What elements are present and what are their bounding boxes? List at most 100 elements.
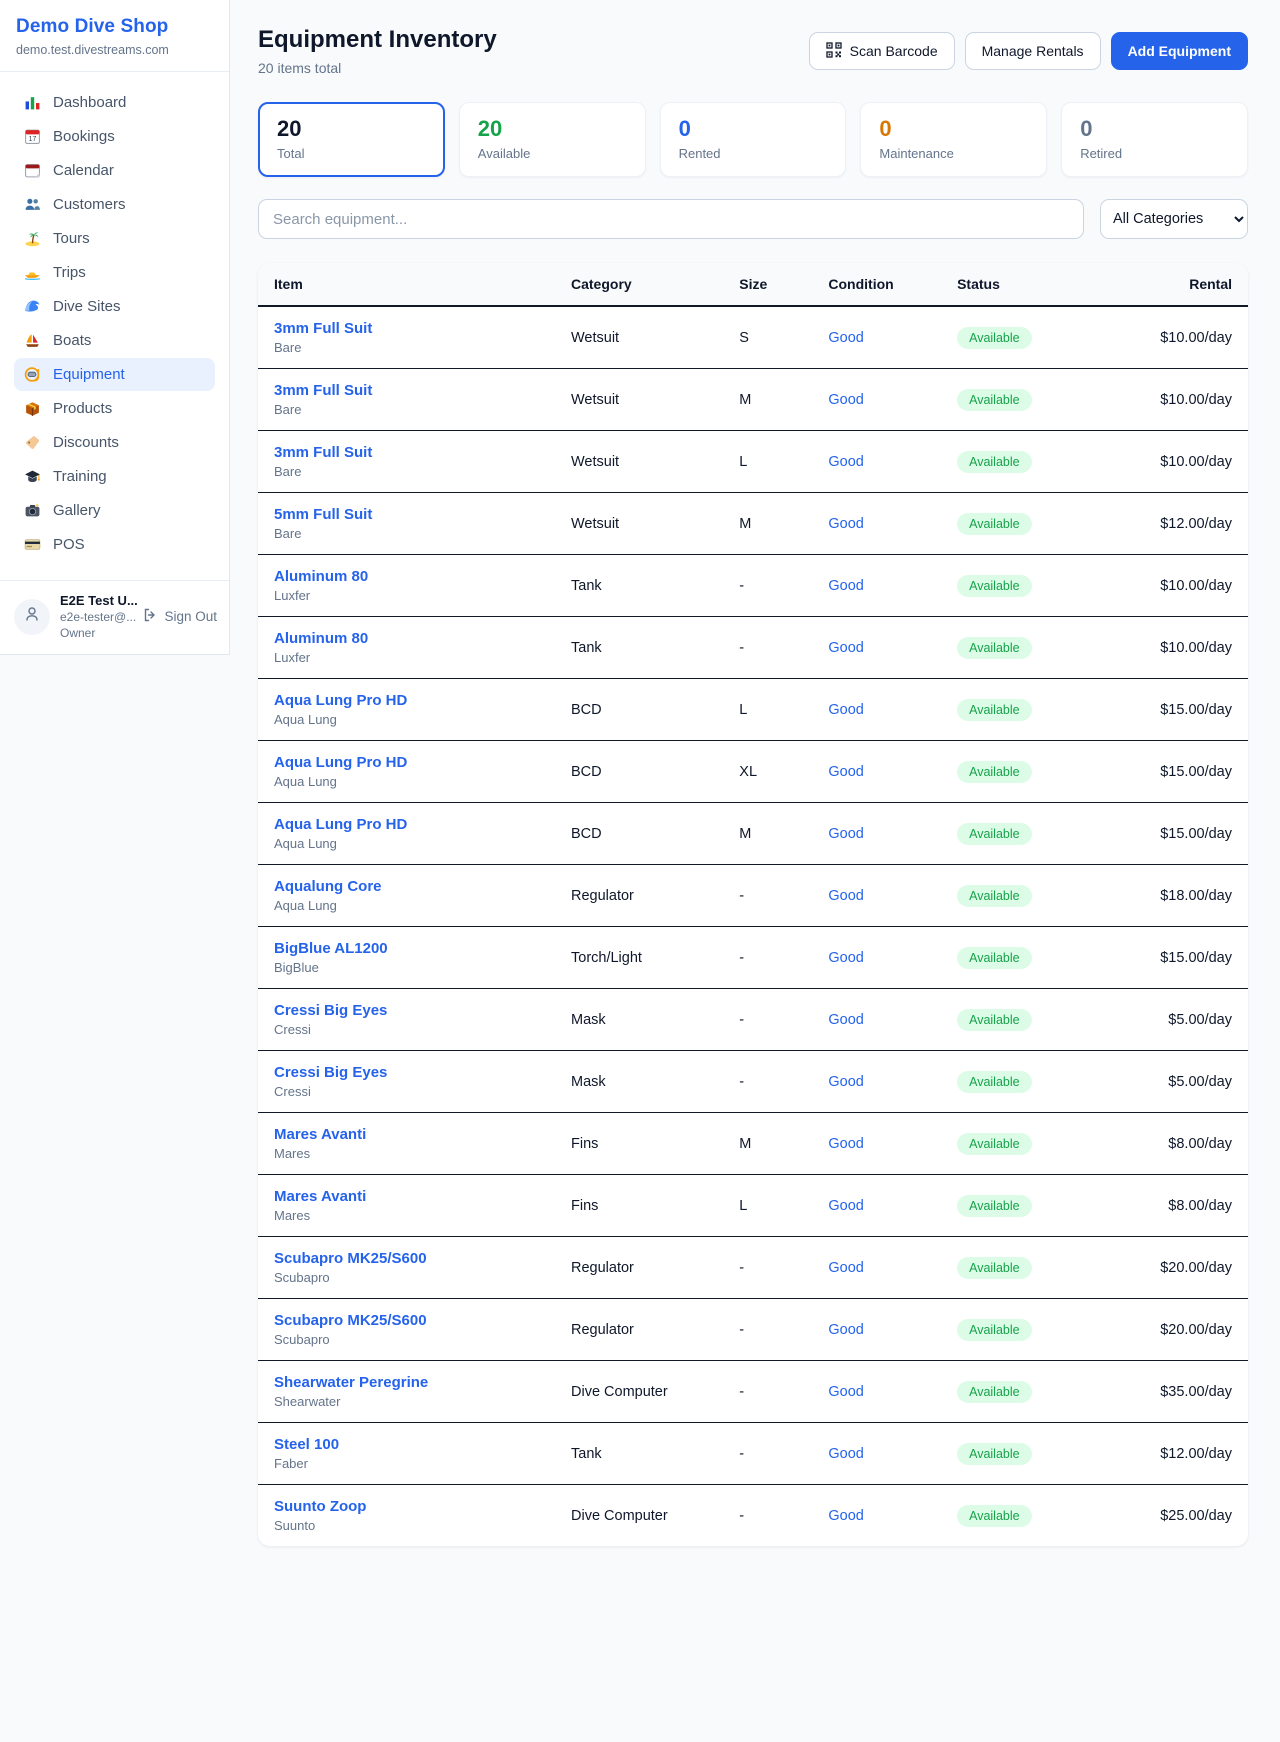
condition-link[interactable]: Good — [828, 1508, 863, 1524]
condition-link[interactable]: Good — [828, 1198, 863, 1214]
item-name-link[interactable]: Aqua Lung Pro HD — [274, 754, 539, 771]
condition-link[interactable]: Good — [828, 578, 863, 594]
status-badge: Available — [957, 575, 1032, 597]
item-name-link[interactable]: Aqualung Core — [274, 878, 539, 895]
stat-value: 0 — [679, 116, 828, 142]
item-name-link[interactable]: Aqua Lung Pro HD — [274, 692, 539, 709]
condition-link[interactable]: Good — [828, 1136, 863, 1152]
wave-icon — [24, 298, 41, 315]
sidebar-item-bookings[interactable]: 17Bookings — [14, 120, 215, 153]
category-cell: Tank — [555, 1423, 723, 1485]
stat-card-total[interactable]: 20Total — [258, 102, 445, 177]
size-cell: M — [723, 1113, 812, 1175]
item-name-link[interactable]: Aqua Lung Pro HD — [274, 816, 539, 833]
barcode-scan-icon — [826, 42, 842, 61]
item-cell: Aluminum 80 Luxfer — [258, 555, 555, 617]
stat-card-retired[interactable]: 0Retired — [1061, 102, 1248, 177]
sidebar-item-dashboard[interactable]: Dashboard — [14, 86, 215, 119]
condition-link[interactable]: Good — [828, 454, 863, 470]
condition-link[interactable]: Good — [828, 1074, 863, 1090]
condition-link[interactable]: Good — [828, 950, 863, 966]
manage-rentals-button[interactable]: Manage Rentals — [965, 32, 1101, 70]
condition-link[interactable]: Good — [828, 826, 863, 842]
stat-card-maintenance[interactable]: 0Maintenance — [860, 102, 1047, 177]
sidebar-item-trips[interactable]: Trips — [14, 256, 215, 289]
category-cell: Torch/Light — [555, 927, 723, 989]
sidebar-item-label: Training — [53, 468, 107, 485]
condition-link[interactable]: Good — [828, 1260, 863, 1276]
size-cell: - — [723, 617, 812, 679]
item-name-link[interactable]: Cressi Big Eyes — [274, 1002, 539, 1019]
table-header-row: ItemCategorySizeConditionStatusRental — [258, 263, 1248, 306]
bar-chart-icon — [24, 94, 41, 111]
item-brand: Luxfer — [274, 588, 539, 603]
item-cell: Steel 100Faber — [258, 1423, 555, 1485]
scan-barcode-button[interactable]: Scan Barcode — [809, 32, 955, 70]
condition-link[interactable]: Good — [828, 1012, 863, 1028]
sidebar-item-dive-sites[interactable]: Dive Sites — [14, 290, 215, 323]
item-name-link[interactable]: Mares Avanti — [274, 1126, 539, 1143]
item-name-link[interactable]: Mares Avanti — [274, 1188, 539, 1205]
condition-link[interactable]: Good — [828, 764, 863, 780]
item-name-link[interactable]: 5mm Full Suit — [274, 506, 539, 523]
add-equipment-button[interactable]: Add Equipment — [1111, 32, 1248, 70]
item-name-link[interactable]: Steel 100 — [274, 1436, 539, 1453]
item-name-link[interactable]: 3mm Full Suit — [274, 444, 539, 461]
item-name-link[interactable]: Aluminum 80 — [274, 630, 539, 647]
table-row: Mares AvantiMaresFinsMGoodAvailable$8.00… — [258, 1113, 1248, 1175]
sidebar-item-label: Calendar — [53, 162, 114, 179]
sidebar-item-products[interactable]: Products — [14, 392, 215, 425]
sidebar-item-equipment[interactable]: Equipment — [14, 358, 215, 391]
size-cell: S — [723, 306, 812, 369]
table-row: Shearwater PeregrineShearwaterDive Compu… — [258, 1361, 1248, 1423]
condition-link[interactable]: Good — [828, 1446, 863, 1462]
sidebar-item-pos[interactable]: POS — [14, 528, 215, 561]
condition-link[interactable]: Good — [828, 640, 863, 656]
sidebar-item-label: Boats — [53, 332, 91, 349]
status-badge: Available — [957, 1505, 1032, 1527]
status-badge: Available — [957, 389, 1032, 411]
column-header-category: Category — [555, 263, 723, 306]
item-brand: Aqua Lung — [274, 836, 539, 851]
sidebar-item-label: Gallery — [53, 502, 101, 519]
sidebar-item-customers[interactable]: Customers — [14, 188, 215, 221]
search-input[interactable] — [258, 199, 1084, 239]
size-cell: L — [723, 431, 812, 493]
sidebar-item-discounts[interactable]: Discounts — [14, 426, 215, 459]
item-name-link[interactable]: Scubapro MK25/S600 — [274, 1250, 539, 1267]
stat-card-available[interactable]: 20Available — [459, 102, 646, 177]
item-cell: 3mm Full SuitBare — [258, 369, 555, 431]
item-name-link[interactable]: Aluminum 80 — [274, 568, 539, 585]
island-icon — [24, 230, 41, 247]
sidebar-item-calendar[interactable]: Calendar — [14, 154, 215, 187]
rental-price: $20.00/day — [1160, 1322, 1232, 1338]
item-name-link[interactable]: 3mm Full Suit — [274, 382, 539, 399]
category-select[interactable]: All Categories — [1100, 199, 1248, 239]
item-name-link[interactable]: 3mm Full Suit — [274, 320, 539, 337]
header-actions: Scan Barcode Manage Rentals Add Equipmen… — [809, 32, 1248, 70]
item-name-link[interactable]: Suunto Zoop — [274, 1498, 539, 1515]
item-name-link[interactable]: Cressi Big Eyes — [274, 1064, 539, 1081]
stat-card-rented[interactable]: 0Rented — [660, 102, 847, 177]
condition-link[interactable]: Good — [828, 392, 863, 408]
condition-link[interactable]: Good — [828, 1384, 863, 1400]
condition-link[interactable]: Good — [828, 1322, 863, 1338]
equipment-table-card: ItemCategorySizeConditionStatusRental 3m… — [258, 263, 1248, 1546]
condition-link[interactable]: Good — [828, 888, 863, 904]
sign-out-button[interactable]: Sign Out — [142, 607, 217, 626]
condition-link[interactable]: Good — [828, 330, 863, 346]
category-cell: Tank — [555, 617, 723, 679]
sidebar-item-tours[interactable]: Tours — [14, 222, 215, 255]
sidebar-item-training[interactable]: Training — [14, 460, 215, 493]
rental-price: $15.00/day — [1160, 702, 1232, 718]
item-name-link[interactable]: Shearwater Peregrine — [274, 1374, 539, 1391]
condition-cell: Good — [812, 1175, 941, 1237]
size-cell: - — [723, 1237, 812, 1299]
condition-link[interactable]: Good — [828, 516, 863, 532]
condition-link[interactable]: Good — [828, 702, 863, 718]
sidebar-item-boats[interactable]: Boats — [14, 324, 215, 357]
item-name-link[interactable]: Scubapro MK25/S600 — [274, 1312, 539, 1329]
item-name-link[interactable]: BigBlue AL1200 — [274, 940, 539, 957]
sidebar-item-gallery[interactable]: Gallery — [14, 494, 215, 527]
rental-price: $15.00/day — [1160, 764, 1232, 780]
